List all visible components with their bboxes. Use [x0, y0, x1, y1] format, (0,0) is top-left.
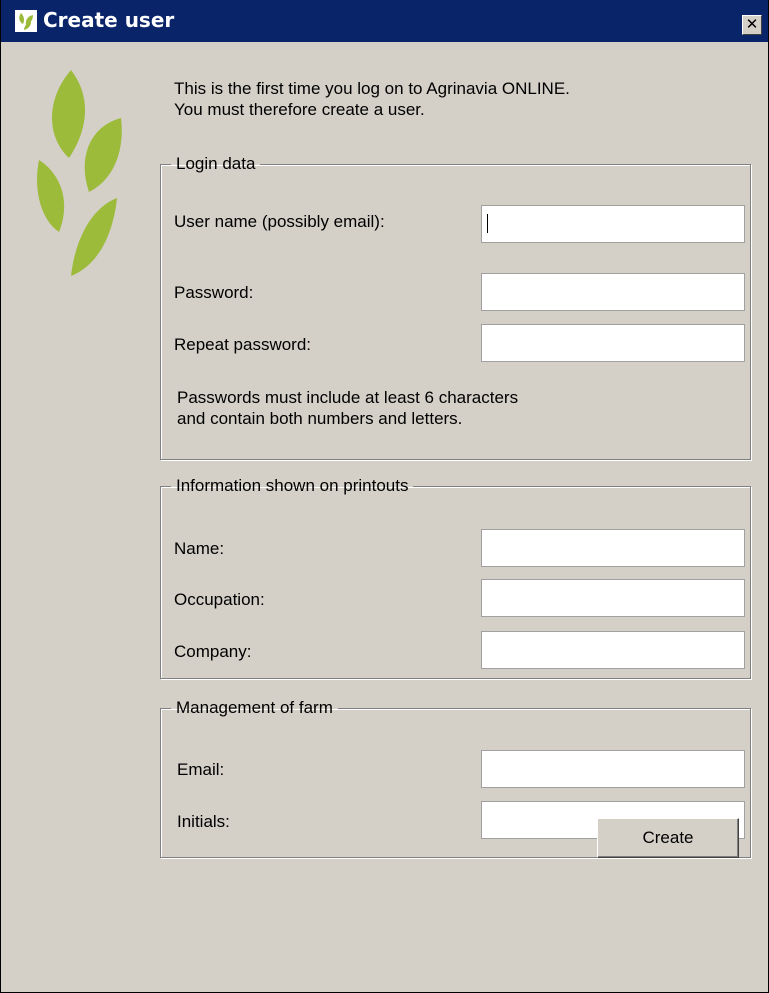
company-label: Company: [174, 642, 252, 661]
username-field[interactable] [481, 205, 745, 243]
occupation-label: Occupation: [174, 590, 265, 609]
password-requirements-note: Passwords must include at least 6 charac… [177, 387, 518, 429]
password-label: Password: [174, 283, 254, 302]
leaf-icon [15, 10, 37, 32]
password-note-line-1: Passwords must include at least 6 charac… [177, 388, 519, 407]
create-button[interactable]: Create [597, 818, 739, 858]
title-bar[interactable]: Create user ✕ [1, 0, 768, 42]
name-field[interactable] [481, 529, 745, 567]
password-field[interactable] [481, 273, 745, 311]
email-label: Email: [177, 760, 225, 779]
company-field[interactable] [481, 631, 745, 669]
intro-text: This is the first time you log on to Agr… [174, 78, 570, 120]
repeat-password-field[interactable] [481, 324, 745, 362]
window-title: Create user [43, 8, 175, 32]
create-user-dialog: Create user ✕ This is the first time you… [0, 0, 769, 993]
login-data-legend: Login data [176, 154, 256, 173]
occupation-field[interactable] [481, 579, 745, 617]
close-icon: ✕ [745, 15, 759, 33]
intro-line-1: This is the first time you log on to Agr… [174, 79, 570, 98]
text-caret [487, 214, 488, 233]
email-field[interactable] [481, 750, 745, 788]
farm-management-legend: Management of farm [176, 698, 333, 717]
leaf-logo [31, 70, 131, 285]
repeat-password-label: Repeat password: [174, 335, 312, 354]
username-label: User name (possibly email): [174, 212, 385, 231]
close-button[interactable]: ✕ [742, 15, 762, 35]
initials-label: Initials: [177, 812, 230, 831]
intro-line-2: You must therefore create a user. [174, 100, 425, 119]
name-label: Name: [174, 539, 225, 558]
printout-info-legend: Information shown on printouts [176, 476, 409, 495]
password-note-line-2: and contain both numbers and letters. [177, 409, 463, 428]
